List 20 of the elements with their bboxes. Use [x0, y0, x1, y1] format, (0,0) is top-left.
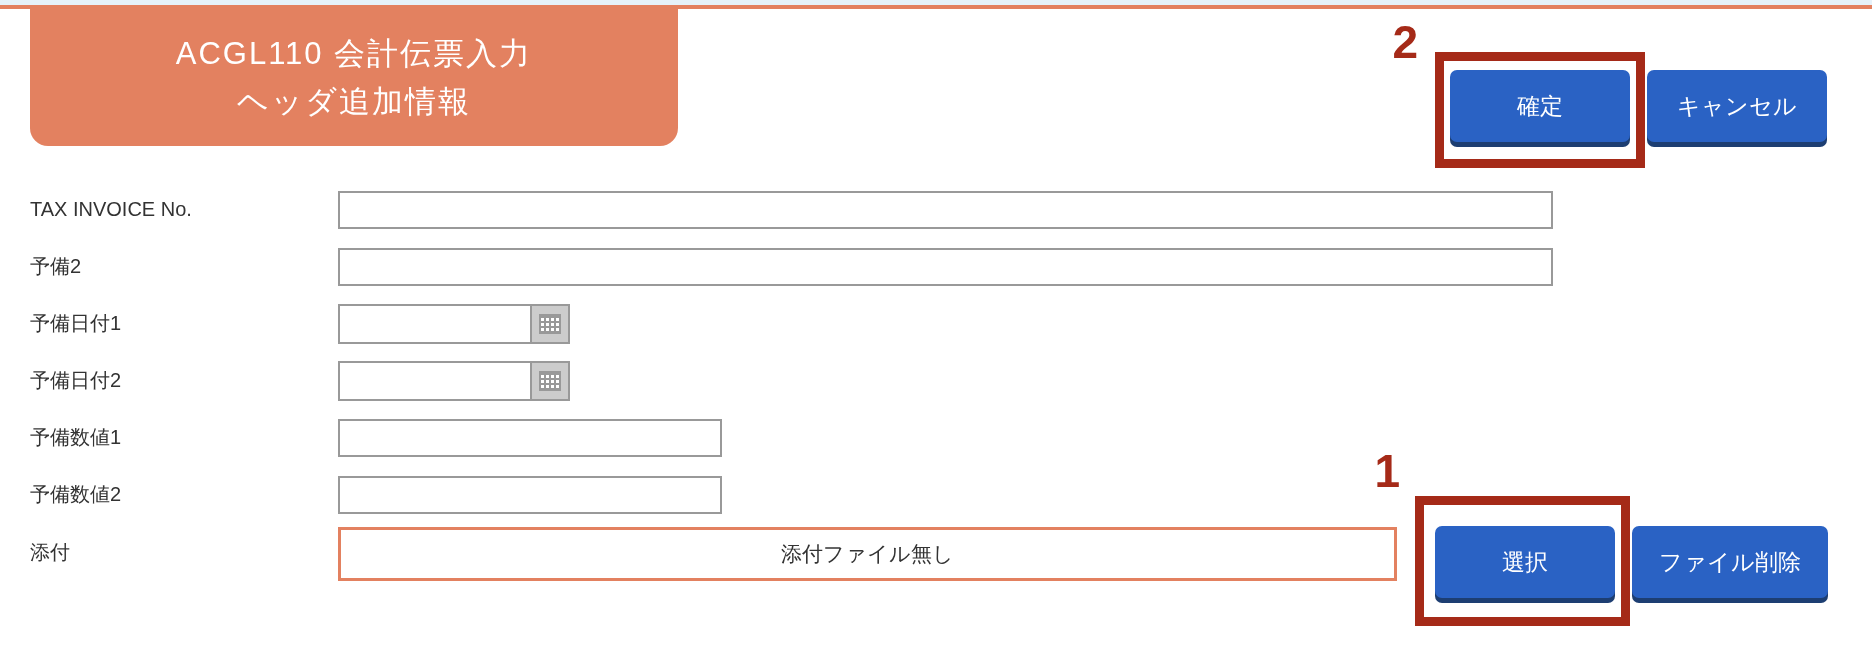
- calendar-icon[interactable]: [530, 362, 568, 399]
- text-field[interactable]: [338, 190, 1553, 229]
- field-label: 予備数値1: [30, 425, 123, 450]
- field-label: 予備2: [30, 254, 83, 279]
- field-label: 添付: [30, 540, 71, 565]
- callout-number: 2: [1392, 19, 1418, 65]
- page-title: ヘッダ追加情報: [237, 82, 471, 121]
- attachment-field: 添付ファイル無し: [338, 527, 1397, 581]
- callout-number: 1: [1374, 448, 1400, 494]
- date-field[interactable]: [338, 303, 570, 344]
- page-title: ACGL110 会計伝票入力: [175, 34, 533, 73]
- field-label: 予備日付2: [30, 368, 123, 393]
- field-label: 予備数値2: [30, 482, 123, 507]
- field-label: 予備日付1: [30, 311, 123, 336]
- date-field[interactable]: [338, 360, 570, 401]
- field-label: TAX INVOICE No.: [30, 198, 193, 221]
- text-field[interactable]: [338, 247, 1553, 286]
- calendar-icon[interactable]: [530, 305, 568, 342]
- number-field[interactable]: [338, 475, 722, 514]
- number-field[interactable]: [338, 418, 722, 457]
